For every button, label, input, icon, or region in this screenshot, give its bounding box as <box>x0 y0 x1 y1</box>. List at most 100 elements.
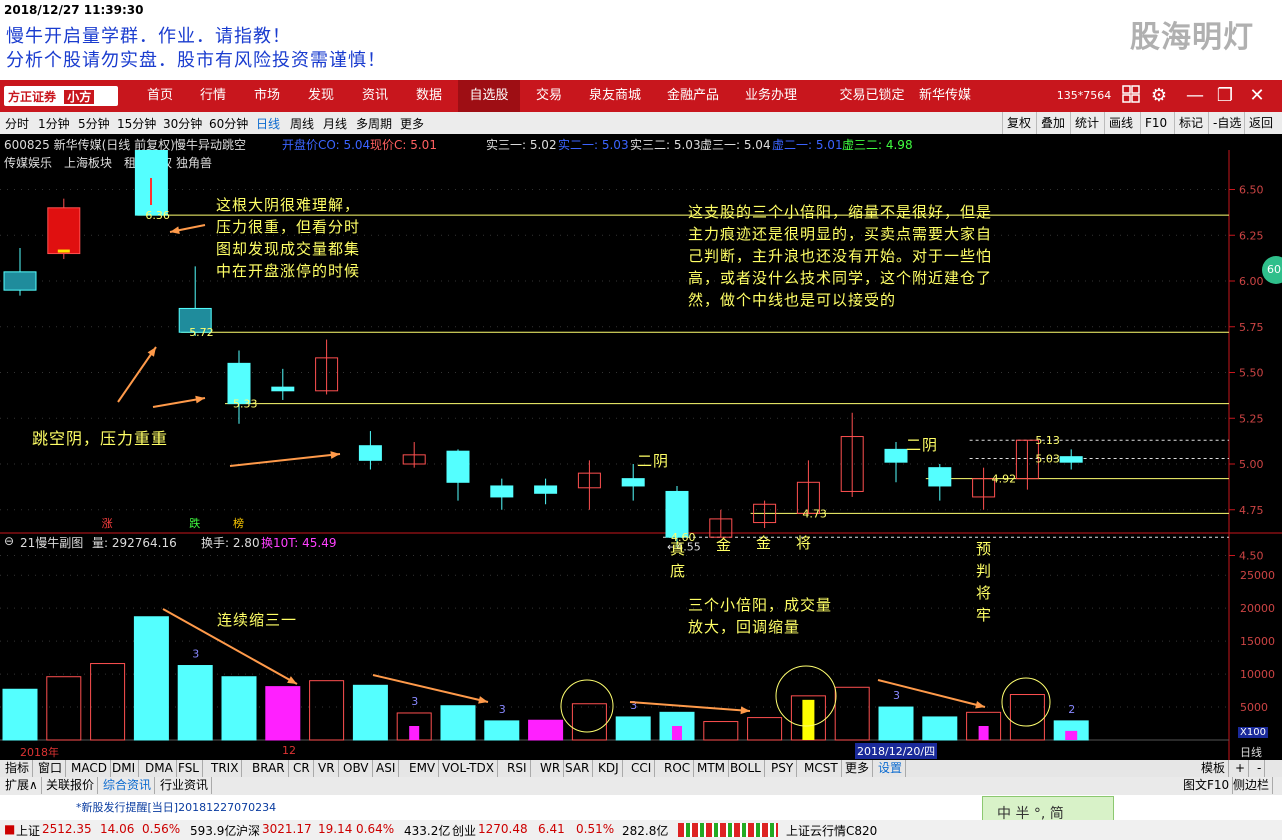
indicator-tab-6[interactable]: TRIX <box>208 760 243 777</box>
side-badge[interactable]: 60 <box>1262 256 1282 284</box>
indicator-right-0[interactable]: 模板 <box>1198 760 1230 777</box>
tf-1min[interactable]: 1分钟 <box>38 115 70 132</box>
cy-name[interactable]: 创业 <box>452 822 476 839</box>
btn-overlay[interactable]: 叠加 <box>1036 112 1069 134</box>
indicator-right-1[interactable]: + <box>1232 760 1250 777</box>
indicator-tab-10[interactable]: OBV <box>340 760 373 777</box>
indicator-tab-9[interactable]: VR <box>315 760 339 777</box>
collapse-icon[interactable]: ⊖ <box>4 534 14 548</box>
cy-change: 6.41 <box>538 822 565 836</box>
volume-bar <box>1009 694 1045 741</box>
menu-data[interactable]: 数据 <box>406 80 452 112</box>
indicator-tab-1[interactable]: 窗口 <box>35 760 67 777</box>
indicator-tab-5[interactable]: FSL <box>175 760 203 777</box>
menu-trade[interactable]: 交易 <box>526 80 572 112</box>
trade-lock-status[interactable]: 交易已锁定 <box>834 80 910 112</box>
brand-sub: 小方 <box>64 90 95 104</box>
menu-watchlist[interactable]: 自选股 <box>458 80 520 112</box>
indicator-tab-21[interactable]: BOLL <box>727 760 765 777</box>
restore-icon[interactable]: ❐ <box>1214 85 1236 107</box>
btn-f10[interactable]: F10 <box>1140 112 1171 134</box>
gear-icon[interactable]: ⚙ <box>1148 85 1170 107</box>
menu-mall[interactable]: 泉友商城 <box>580 80 650 112</box>
tf-more[interactable]: 更多 <box>400 115 424 132</box>
tf-30min[interactable]: 30分钟 <box>163 115 202 132</box>
candle-body <box>534 485 558 494</box>
news-item[interactable]: *新股发行提醒[当日]20181227070234 <box>76 799 276 815</box>
cloud-quotes[interactable]: 上证云行情C820 <box>786 822 877 839</box>
volume-bar <box>265 686 301 741</box>
indicator-tab-22[interactable]: PSY <box>768 760 798 777</box>
menu-home[interactable]: 首页 <box>136 80 184 112</box>
indicator-tab-25[interactable]: 设置 <box>875 760 907 777</box>
btn-draw[interactable]: 画线 <box>1104 112 1137 134</box>
menu-discover[interactable]: 发现 <box>298 80 344 112</box>
volume-bar <box>309 680 345 741</box>
indicator-tab-18[interactable]: CCI <box>628 760 656 777</box>
arrow-line <box>629 701 751 712</box>
indicator-tab-8[interactable]: CR <box>290 760 314 777</box>
tf-60min[interactable]: 60分钟 <box>209 115 248 132</box>
indicator-tab-11[interactable]: ASI <box>373 760 400 777</box>
hs-name[interactable]: 沪深 <box>236 822 260 839</box>
menu-market[interactable]: 市场 <box>244 80 290 112</box>
tf-daily[interactable]: 日线 <box>256 115 280 132</box>
indicator-tab-13[interactable]: VOL-TDX <box>439 760 498 777</box>
annotation-true-bottom: 真底 <box>670 540 687 580</box>
tab-expand[interactable]: 扩展∧ <box>2 777 42 794</box>
axis-tick-label: 5.75 <box>1239 321 1264 334</box>
tf-weekly[interactable]: 周线 <box>290 115 314 132</box>
volume-inner-bar <box>802 699 815 740</box>
subchart-name[interactable]: 21慢牛副图 <box>20 534 83 551</box>
price-label: 5.72 <box>189 326 214 339</box>
minimize-icon[interactable]: — <box>1184 85 1206 107</box>
indicator-tab-3[interactable]: DMI <box>109 760 140 777</box>
btn-stats[interactable]: 统计 <box>1070 112 1103 134</box>
indicator-right-2[interactable]: - <box>1254 760 1266 777</box>
tf-5min[interactable]: 5分钟 <box>78 115 110 132</box>
btn-adjust[interactable]: 复权 <box>1002 112 1035 134</box>
indicator-tab-24[interactable]: 更多 <box>842 760 874 777</box>
indicator-tab-16[interactable]: SAR <box>562 760 594 777</box>
account-id: 135*7564 <box>1056 89 1112 102</box>
indicator-tab-7[interactable]: BRAR <box>249 760 289 777</box>
btn-mark[interactable]: 标记 <box>1174 112 1207 134</box>
tf-multi[interactable]: 多周期 <box>356 115 392 132</box>
menu-business[interactable]: 业务办理 <box>736 80 806 112</box>
indicator-tab-19[interactable]: ROC <box>661 760 695 777</box>
tab-sidebar[interactable]: 侧边栏 <box>1230 777 1274 794</box>
indicator-tab-23[interactable]: MCST <box>801 760 842 777</box>
axis-tick-label: 6.75 <box>1239 150 1264 151</box>
indicator-tab-12[interactable]: EMV <box>406 760 440 777</box>
tab-related-quotes[interactable]: 关联报价 <box>43 777 99 794</box>
indicator-tab-20[interactable]: MTM <box>694 760 730 777</box>
annotation-gold-2: 金 <box>756 534 773 552</box>
annotation-line: 中在开盘涨停的时候 <box>216 262 361 280</box>
cy-value: 1270.48 <box>478 822 528 836</box>
indicator-tab-0[interactable]: 指标 <box>2 760 34 777</box>
indicator-tab-15[interactable]: WR <box>537 760 565 777</box>
sh-name[interactable]: 上证 <box>16 822 40 839</box>
volume-bar <box>352 684 388 741</box>
price-axis: 7.507.257.006.756.506.256.005.755.505.25… <box>1229 150 1275 714</box>
brand-logo: 方正证券 小方 <box>4 86 118 106</box>
btn-back[interactable]: 返回 <box>1244 112 1277 134</box>
menu-quotes[interactable]: 行情 <box>190 80 236 112</box>
volume-mark: 3 <box>192 648 199 661</box>
menu-news[interactable]: 资讯 <box>352 80 398 112</box>
indicator-tab-4[interactable]: DMA <box>142 760 177 777</box>
indicator-tab-14[interactable]: RSI <box>504 760 531 777</box>
tab-industry-news[interactable]: 行业资讯 <box>157 777 213 794</box>
tf-intraday[interactable]: 分时 <box>5 115 29 132</box>
menu-finance-products[interactable]: 金融产品 <box>658 80 728 112</box>
tf-monthly[interactable]: 月线 <box>323 115 347 132</box>
tab-general-news[interactable]: 综合资讯 <box>100 777 156 794</box>
volume-mark: 3 <box>893 689 900 702</box>
close-icon[interactable]: ✕ <box>1246 85 1268 107</box>
indicator-tab-2[interactable]: MACD <box>68 760 111 777</box>
tab-f10[interactable]: 图文F10 <box>1180 777 1234 794</box>
indicator-tab-17[interactable]: KDJ <box>595 760 623 777</box>
grid-icon[interactable] <box>1120 85 1142 107</box>
tf-15min[interactable]: 15分钟 <box>117 115 156 132</box>
btn-watch[interactable]: -自选 <box>1208 112 1245 134</box>
